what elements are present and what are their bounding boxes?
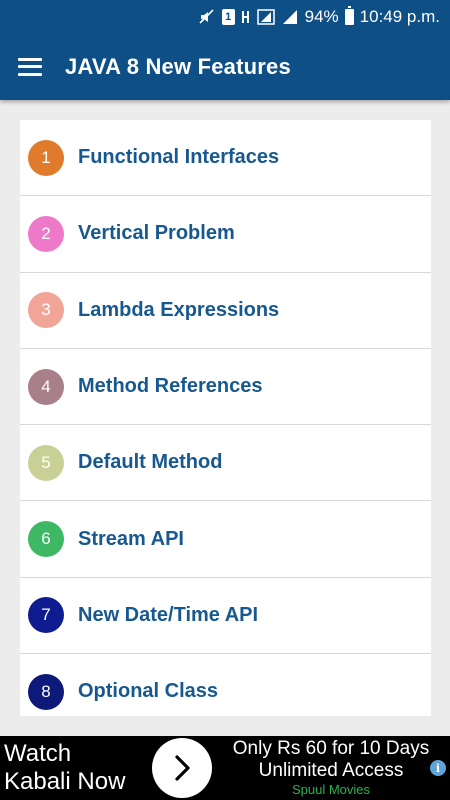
page-title: JAVA 8 New Features [65, 53, 291, 79]
topic-list: 1 Functional Interfaces 2 Vertical Probl… [20, 120, 431, 716]
sim-icon: 1 [221, 8, 235, 25]
chevron-right-icon [175, 755, 190, 781]
number-badge: 7 [28, 597, 64, 634]
mute-icon [198, 8, 216, 26]
topic-item-lambda-expressions[interactable]: 3 Lambda Expressions [20, 273, 431, 349]
topic-label: Optional Class [78, 680, 219, 703]
topic-item-new-date-time-api[interactable]: 7 New Date/Time API [20, 578, 431, 655]
battery-icon [344, 5, 354, 25]
topic-item-optional-class[interactable]: 8 Optional Class [20, 654, 431, 716]
number-badge: 2 [28, 215, 64, 252]
number-badge: 8 [28, 673, 64, 710]
number-badge: 4 [28, 368, 64, 405]
signal-icon [281, 9, 299, 25]
topic-item-stream-api[interactable]: 6 Stream API [20, 501, 431, 578]
ad-headline-line-2: Kabali Now [4, 768, 126, 795]
hamburger-menu-icon [18, 57, 42, 76]
ad-headline[interactable]: Watch Kabali Now [0, 740, 150, 796]
ad-headline-line-1: Watch [4, 740, 72, 767]
topic-label: Functional Interfaces [78, 146, 280, 169]
battery-level-fill [345, 10, 353, 24]
battery-percent: 94% [304, 6, 339, 26]
topic-label: Lambda Expressions [78, 298, 280, 321]
ad-banner[interactable]: Watch Kabali Now Only Rs 60 for 10 Days … [0, 736, 450, 800]
topic-item-default-method[interactable]: 5 Default Method [20, 425, 431, 502]
menu-button[interactable] [0, 33, 60, 100]
topic-label: Vertical Problem [78, 222, 235, 245]
info-icon[interactable]: i [430, 760, 446, 776]
signal-icon [256, 8, 275, 25]
topic-label: New Date/Time API [78, 603, 259, 626]
ad-offer-line-1: Only Rs 60 for 10 Days [232, 738, 430, 759]
topic-item-vertical-problem[interactable]: 2 Vertical Problem [20, 196, 431, 273]
topic-label: Default Method [78, 451, 223, 474]
status-bar: 1 94% 10:49 p.m. [0, 0, 450, 33]
ad-open-button[interactable] [152, 738, 212, 798]
topic-label: Method References [78, 375, 263, 398]
topic-item-functional-interfaces[interactable]: 1 Functional Interfaces [20, 120, 431, 197]
number-badge: 1 [28, 139, 64, 176]
ad-offer-line-2: Unlimited Access [258, 760, 404, 781]
ad-advertiser: Spuul Movies [291, 782, 371, 797]
app-bar: JAVA 8 New Features [0, 33, 450, 100]
number-badge: 6 [28, 521, 64, 558]
ad-offer[interactable]: Only Rs 60 for 10 Days Unlimited Access … [212, 738, 450, 798]
hd-icon [241, 8, 251, 26]
number-badge: 5 [28, 444, 64, 481]
topic-item-method-references[interactable]: 4 Method References [20, 349, 431, 426]
topic-label: Stream API [78, 527, 184, 550]
number-badge: 3 [28, 292, 64, 329]
clock: 10:49 p.m. [359, 6, 440, 26]
